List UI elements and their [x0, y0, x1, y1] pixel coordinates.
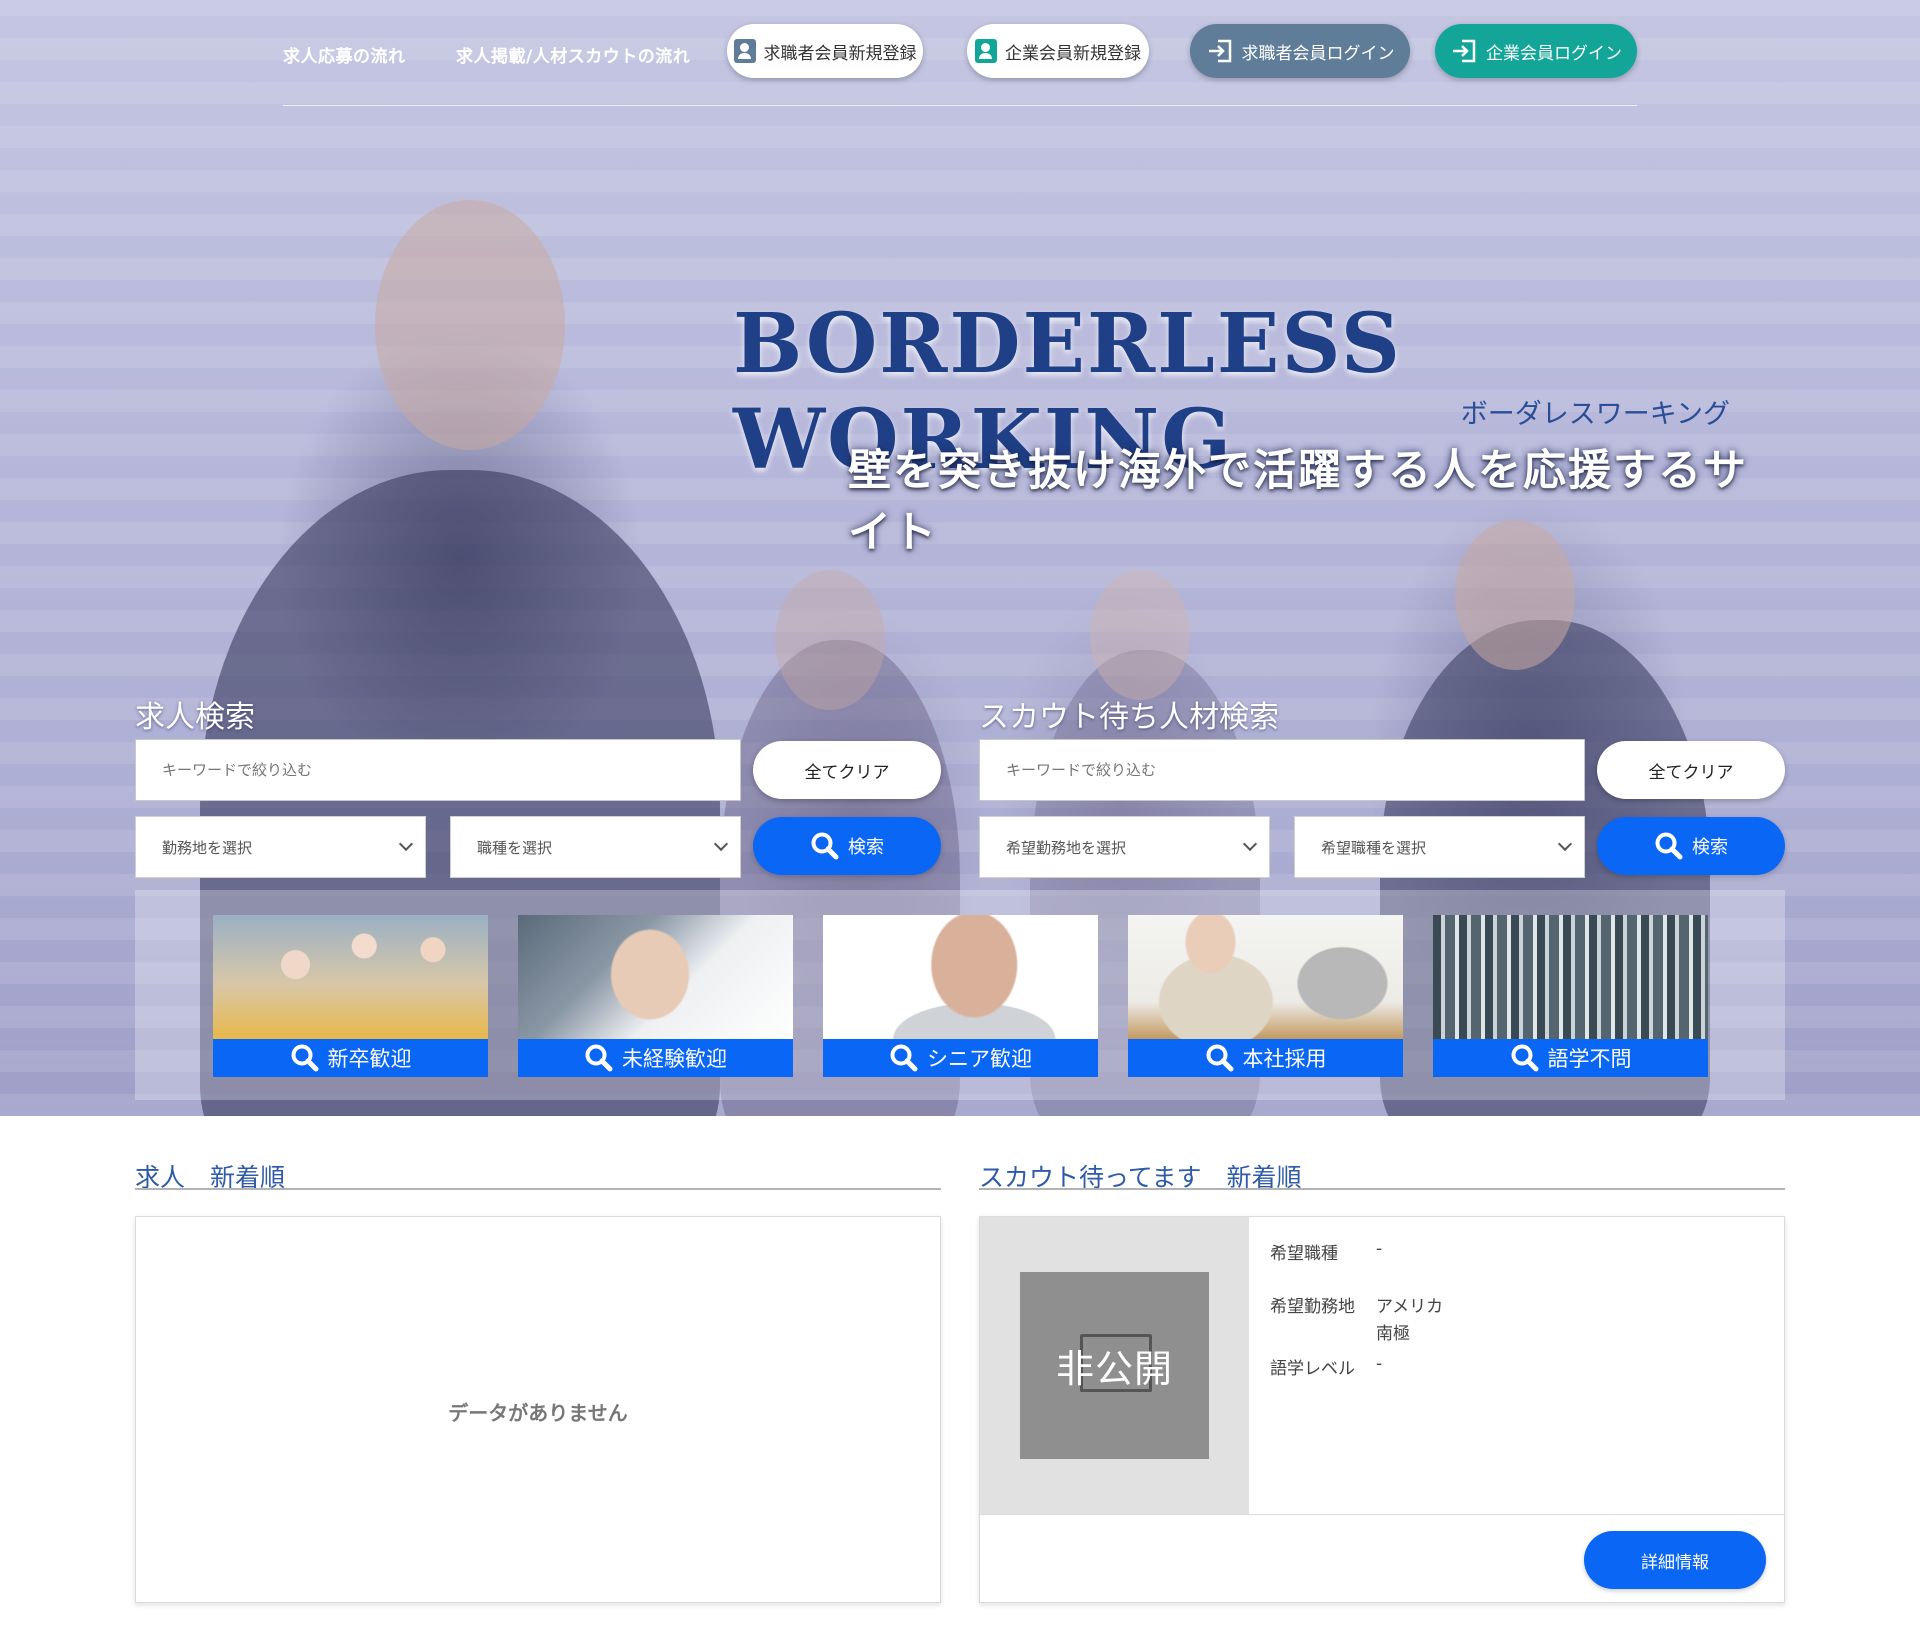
section-divider — [135, 1188, 941, 1190]
login-icon — [1208, 39, 1231, 63]
category-senior[interactable]: シニア歓迎 — [823, 915, 1098, 1077]
id-card-icon — [733, 39, 756, 63]
search-icon — [890, 1044, 918, 1072]
scout-keyword-field[interactable] — [1006, 761, 1584, 779]
scout-keyword-input[interactable] — [979, 739, 1585, 801]
job-keyword-input[interactable] — [135, 739, 741, 801]
category-label-bar: 本社採用 — [1128, 1039, 1403, 1077]
job-location-select[interactable]: 勤務地を選択 — [135, 816, 426, 878]
job-search-button[interactable]: 検索 — [753, 817, 941, 875]
category-photo — [518, 915, 793, 1039]
scout-profile-card: 非公開 希望職種 - 希望勤務地 アメリカ 南極 語学レベル - 詳細情報 — [979, 1216, 1785, 1603]
job-search-title: 求人検索 — [135, 700, 255, 735]
search-icon — [1511, 1044, 1538, 1072]
search-icon — [291, 1044, 318, 1072]
chevron-down-icon — [398, 836, 414, 852]
category-label-bar: 新卒歓迎 — [213, 1039, 488, 1077]
chevron-down-icon — [713, 836, 729, 852]
hero-banner: 求人応募の流れ 求人掲載/人材スカウトの流れ 求職者会員新規登録 企業会員新規登… — [0, 0, 1920, 1116]
scout-search-title: スカウト待ち人材検索 — [979, 700, 1279, 735]
hero-kana: ボーダレスワーキング — [1460, 399, 1730, 430]
category-new-graduate[interactable]: 新卒歓迎 — [213, 915, 488, 1077]
location-value-2: 南極 — [1376, 1324, 1410, 1344]
category-label: 本社採用 — [1242, 1047, 1327, 1071]
nav-link-apply-flow[interactable]: 求人応募の流れ — [283, 42, 406, 67]
scout-occupation-select[interactable]: 希望職種を選択 — [1294, 816, 1585, 878]
search-icon — [811, 832, 839, 860]
scout-search-button-label: 検索 — [1692, 837, 1728, 858]
seeker-login-button[interactable]: 求職者会員ログイン — [1190, 24, 1410, 78]
seeker-register-button[interactable]: 求職者会員新規登録 — [727, 24, 923, 78]
job-keyword-field[interactable] — [162, 761, 740, 779]
category-label-bar: 語学不問 — [1433, 1039, 1708, 1077]
job-clear-button[interactable]: 全てクリア — [753, 741, 941, 799]
nav-link-post-flow[interactable]: 求人掲載/人材スカウトの流れ — [456, 42, 690, 67]
job-occupation-select[interactable]: 職種を選択 — [450, 816, 741, 878]
jobs-list-card: データがありません — [135, 1216, 941, 1603]
id-card-icon — [975, 39, 997, 63]
category-label: 未経験歓迎 — [622, 1047, 727, 1071]
hero-figure-mid2-head — [1090, 570, 1190, 700]
search-icon — [585, 1044, 613, 1072]
job-location-select-label: 勤務地を選択 — [162, 838, 253, 857]
occupation-value: - — [1376, 1239, 1383, 1259]
scout-search-button[interactable]: 検索 — [1597, 817, 1785, 875]
login-icon — [1453, 39, 1476, 63]
category-label: 新卒歓迎 — [327, 1047, 412, 1071]
scout-occupation-select-label: 希望職種を選択 — [1321, 838, 1427, 857]
hero-tagline: 壁を突き抜け海外で活躍する人を応援するサイト — [848, 446, 1748, 558]
company-register-button[interactable]: 企業会員新規登録 — [967, 24, 1149, 78]
empty-state-text: データがありません — [448, 1401, 628, 1425]
scout-clear-button[interactable]: 全てクリア — [1597, 741, 1785, 799]
company-login-button[interactable]: 企業会員ログイン — [1435, 24, 1637, 78]
private-image-text: 非公開 — [1055, 1347, 1173, 1391]
detail-button[interactable]: 詳細情報 — [1584, 1531, 1766, 1589]
profile-image-area: 非公開 — [980, 1217, 1249, 1514]
chevron-down-icon — [1242, 836, 1258, 852]
seeker-login-label: 求職者会員ログイン — [1241, 43, 1395, 64]
occupation-label: 希望職種 — [1270, 1244, 1338, 1264]
company-register-label: 企業会員新規登録 — [1005, 43, 1141, 64]
search-icon — [1206, 1044, 1233, 1072]
job-search-button-label: 検索 — [848, 837, 884, 858]
scout-location-select-label: 希望勤務地を選択 — [1006, 838, 1127, 857]
card-divider — [980, 1514, 1784, 1515]
language-value: - — [1376, 1354, 1383, 1374]
chevron-down-icon — [1557, 836, 1573, 852]
category-label: 語学不問 — [1547, 1047, 1632, 1071]
category-no-language[interactable]: 語学不問 — [1433, 915, 1708, 1077]
category-headquarters[interactable]: 本社採用 — [1128, 915, 1403, 1077]
search-icon — [1655, 832, 1683, 860]
category-no-experience[interactable]: 未経験歓迎 — [518, 915, 793, 1077]
company-login-label: 企業会員ログイン — [1486, 43, 1622, 64]
location-value-1: アメリカ — [1376, 1297, 1444, 1317]
category-label-bar: 未経験歓迎 — [518, 1039, 793, 1077]
category-label-bar: シニア歓迎 — [823, 1039, 1098, 1077]
location-label: 希望勤務地 — [1270, 1297, 1355, 1317]
top-navigation: 求人応募の流れ 求人掲載/人材スカウトの流れ 求職者会員新規登録 企業会員新規登… — [283, 22, 1637, 106]
job-occupation-select-label: 職種を選択 — [477, 838, 553, 857]
category-photo — [1433, 915, 1708, 1039]
category-photo — [823, 915, 1098, 1039]
private-image-placeholder: 非公開 — [1020, 1272, 1209, 1459]
category-photo — [1128, 915, 1403, 1039]
category-label: シニア歓迎 — [927, 1047, 1032, 1071]
seeker-register-label: 求職者会員新規登録 — [763, 43, 917, 64]
hero-figure-mid1-head — [775, 570, 885, 710]
category-photo — [213, 915, 488, 1039]
section-divider — [979, 1188, 1785, 1190]
scout-location-select[interactable]: 希望勤務地を選択 — [979, 816, 1270, 878]
hero-figure-main-head — [375, 200, 565, 450]
language-label: 語学レベル — [1270, 1359, 1355, 1379]
